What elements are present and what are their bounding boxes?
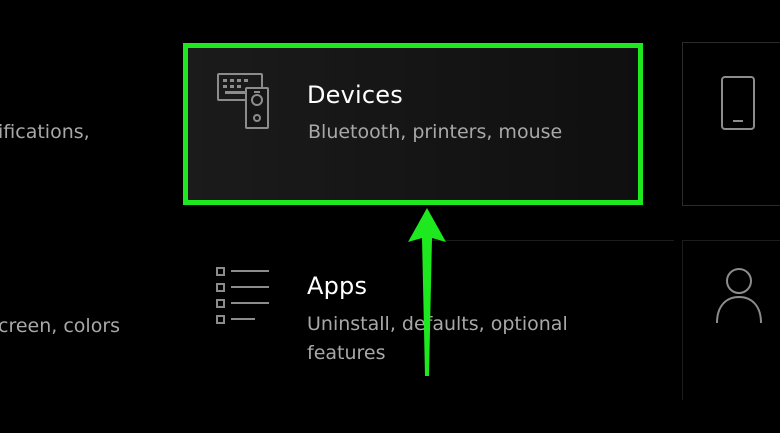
settings-window: ifications, creen, colors Devices Blueto…	[0, 0, 780, 433]
phone-icon	[721, 76, 755, 130]
devices-icon	[217, 73, 269, 129]
apps-title: Apps	[307, 272, 368, 300]
accounts-tile[interactable]	[682, 240, 780, 400]
phone-tile[interactable]	[682, 42, 780, 206]
devices-subtitle: Bluetooth, printers, mouse	[308, 121, 563, 143]
up-arrow-icon	[408, 208, 446, 376]
person-icon	[716, 268, 762, 324]
apps-list-icon	[216, 267, 269, 324]
devices-title: Devices	[307, 81, 403, 109]
devices-tile[interactable]: Devices Bluetooth, printers, mouse	[183, 43, 643, 205]
system-tile-subtitle: ifications,	[0, 121, 90, 143]
personalization-tile-subtitle: creen, colors	[0, 315, 121, 337]
apps-subtitle: Uninstall, defaults, optional features	[307, 313, 568, 364]
